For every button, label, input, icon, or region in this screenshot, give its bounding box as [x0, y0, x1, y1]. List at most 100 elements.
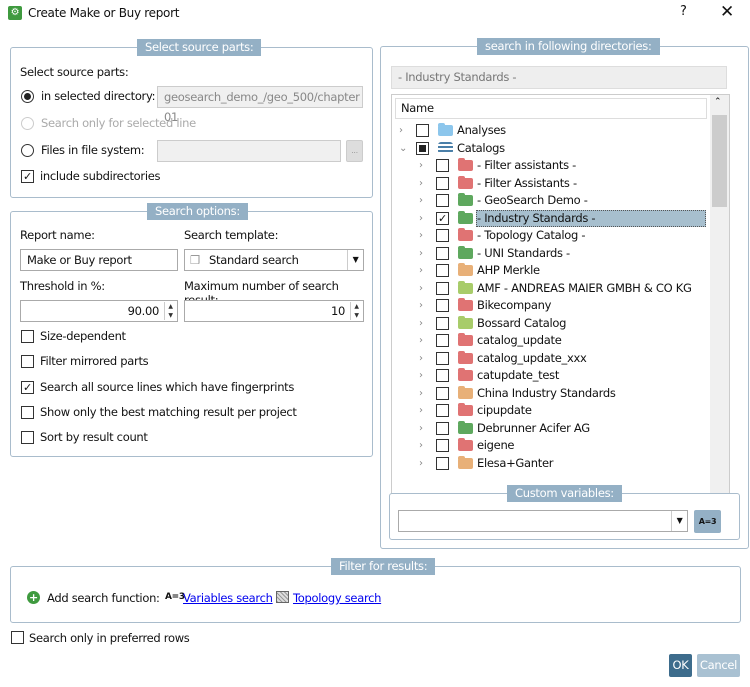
tree-checkbox[interactable]: ✓ [436, 211, 449, 225]
chevron-right-icon[interactable]: › [419, 280, 429, 297]
chevron-right-icon[interactable]: › [419, 192, 429, 209]
chevron-right-icon[interactable]: › [419, 332, 429, 349]
scroll-up-icon[interactable]: ⌃ [714, 97, 722, 107]
radio-files[interactable] [21, 144, 34, 157]
chevron-right-icon[interactable]: › [419, 350, 429, 367]
chevron-right-icon[interactable]: › [419, 437, 429, 454]
tree-item[interactable]: › - Filter assistants - [392, 157, 708, 174]
tree-checkbox[interactable] [436, 246, 449, 260]
group-legend: Filter for results: [331, 558, 436, 575]
template-select[interactable]: ❒ Standard search ▼ [184, 249, 364, 271]
folder-icon [458, 438, 473, 451]
chevron-right-icon[interactable]: › [419, 262, 429, 279]
chevron-down-icon: ▼ [671, 511, 687, 531]
chevron-right-icon[interactable]: › [419, 385, 429, 402]
report-name-input[interactable]: Make or Buy report [20, 249, 178, 271]
tree-checkbox[interactable] [436, 194, 449, 207]
option-checkbox[interactable] [21, 431, 34, 445]
tree-item[interactable]: ⌄ Catalogs [392, 140, 708, 157]
scrollbar[interactable]: ⌃ ⌄ [710, 95, 729, 521]
folder-icon [458, 193, 473, 206]
tree-item[interactable]: › Bossard Catalog [392, 315, 708, 332]
tree-checkbox[interactable] [436, 456, 449, 470]
tree-checkbox[interactable] [416, 141, 429, 155]
chevron-right-icon[interactable]: › [419, 420, 429, 437]
directories-group: search in following directories: - Indus… [380, 38, 749, 549]
tree-checkbox[interactable] [436, 316, 449, 330]
tree-item[interactable]: › - GeoSearch Demo - [392, 192, 708, 209]
ok-button[interactable]: OK [669, 654, 692, 677]
tree-checkbox[interactable] [436, 421, 449, 435]
folder-icon [458, 228, 473, 241]
tree-item[interactable]: › catalog_update [392, 332, 708, 349]
tree-item[interactable]: › - Filter Assistants - [392, 175, 708, 192]
chevron-right-icon[interactable]: › [419, 367, 429, 384]
tree-item-label: - GeoSearch Demo - [477, 193, 588, 207]
chevron-right-icon[interactable]: › [419, 157, 429, 174]
tree-checkbox[interactable] [436, 439, 449, 452]
variables-search-link[interactable]: Variables search [183, 591, 273, 605]
tree-checkbox[interactable] [436, 404, 449, 417]
tree-item[interactable]: › ✓ - Industry Standards - [392, 209, 708, 227]
tree-item[interactable]: › Elesa+Ganter [392, 455, 708, 472]
chevron-right-icon[interactable]: › [419, 297, 429, 314]
preferred-rows-checkbox[interactable] [11, 631, 24, 644]
tree-checkbox[interactable] [436, 159, 449, 172]
tree-checkbox[interactable] [436, 386, 449, 400]
tree-checkbox[interactable] [436, 299, 449, 312]
tree-checkbox[interactable] [436, 334, 449, 347]
chevron-down-icon[interactable]: ⌄ [399, 140, 409, 157]
tree-item[interactable]: › eigene [392, 437, 708, 454]
spinner-arrows[interactable]: ▲ ▼ [350, 302, 362, 320]
tree-item[interactable]: › cipupdate [392, 402, 708, 419]
cancel-button[interactable]: Cancel [697, 654, 740, 677]
close-button[interactable]: ✕ [720, 2, 734, 22]
database-icon [438, 141, 453, 154]
chevron-right-icon[interactable]: › [399, 122, 409, 139]
tree-item[interactable]: › catalog_update_xxx [392, 350, 708, 367]
tree-item[interactable]: › Bikecompany [392, 297, 708, 314]
tree-checkbox[interactable] [436, 351, 449, 365]
tree-checkbox[interactable] [436, 281, 449, 295]
help-button[interactable]: ? [680, 4, 687, 19]
tree-item[interactable]: › - Topology Catalog - [392, 227, 708, 244]
add-icon[interactable]: + [27, 591, 40, 604]
variables-button[interactable]: A=3 [694, 510, 721, 533]
chevron-right-icon[interactable]: › [419, 210, 429, 227]
option-checkbox[interactable] [21, 355, 34, 369]
tree-item[interactable]: › AMF - ANDREAS MAIER GMBH & CO KG [392, 280, 708, 297]
chevron-right-icon[interactable]: › [419, 175, 429, 192]
checkbox-label: Search only in preferred rows [29, 631, 190, 645]
group-legend: search in following directories: [477, 38, 660, 55]
chevron-right-icon[interactable]: › [419, 455, 429, 472]
option-checkbox[interactable] [21, 330, 34, 343]
topology-search-link[interactable]: Topology search [293, 591, 381, 605]
chevron-right-icon[interactable]: › [419, 245, 429, 262]
tree-checkbox[interactable] [416, 124, 429, 137]
chevron-right-icon[interactable]: › [419, 227, 429, 244]
custom-variables-select[interactable]: ▼ [398, 510, 688, 532]
scroll-thumb[interactable] [712, 115, 727, 207]
max-results-input[interactable]: 10 ▲ ▼ [184, 300, 364, 322]
tree-item[interactable]: › Analyses [392, 122, 708, 139]
column-header-name[interactable]: Name [395, 98, 707, 119]
spinner-arrows[interactable]: ▲ ▼ [164, 302, 176, 320]
tree-item[interactable]: › catupdate_test [392, 367, 708, 384]
option-checkbox[interactable] [21, 405, 34, 419]
radio-selected-directory[interactable] [21, 90, 34, 103]
chevron-right-icon[interactable]: › [419, 402, 429, 419]
tree-item[interactable]: › - UNI Standards - [392, 245, 708, 262]
folder-icon [458, 333, 473, 346]
tree-item[interactable]: › AHP Merkle [392, 262, 708, 279]
tree-item[interactable]: › China Industry Standards [392, 385, 708, 402]
threshold-value: 90.00 [127, 304, 160, 318]
tree-item[interactable]: › Debrunner Acifer AG [392, 420, 708, 437]
tree-checkbox[interactable] [436, 264, 449, 277]
option-checkbox[interactable]: ✓ [21, 380, 34, 394]
tree-checkbox[interactable] [436, 229, 449, 242]
include-subdirectories-checkbox[interactable]: ✓ [21, 170, 34, 183]
threshold-input[interactable]: 90.00 ▲ ▼ [20, 300, 178, 322]
chevron-right-icon[interactable]: › [419, 315, 429, 332]
tree-checkbox[interactable] [436, 176, 449, 190]
tree-checkbox[interactable] [436, 369, 449, 382]
